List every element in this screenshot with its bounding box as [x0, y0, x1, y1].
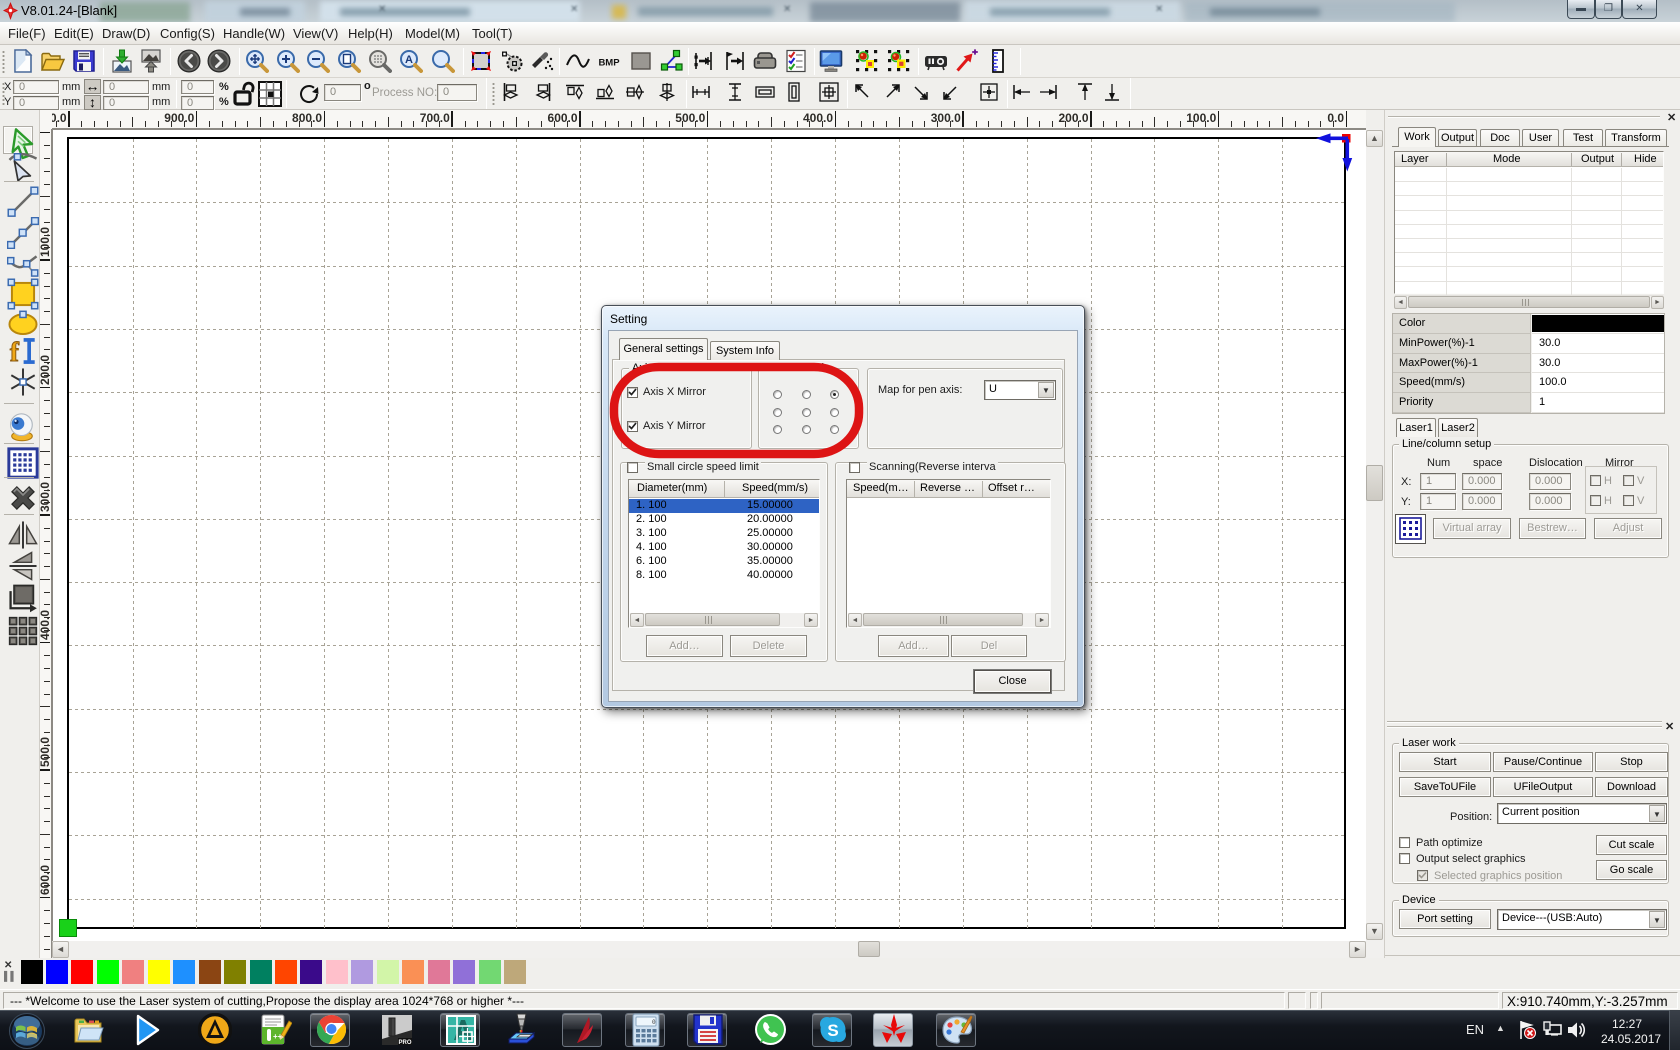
svg-text:PRO: PRO — [398, 1040, 411, 1046]
svg-text:BMP: BMP — [598, 58, 620, 69]
svg-text:A: A — [405, 54, 413, 66]
svg-text:0: 0 — [652, 1019, 656, 1026]
svg-text:S: S — [827, 1021, 838, 1040]
svg-text:f: f — [10, 337, 20, 367]
